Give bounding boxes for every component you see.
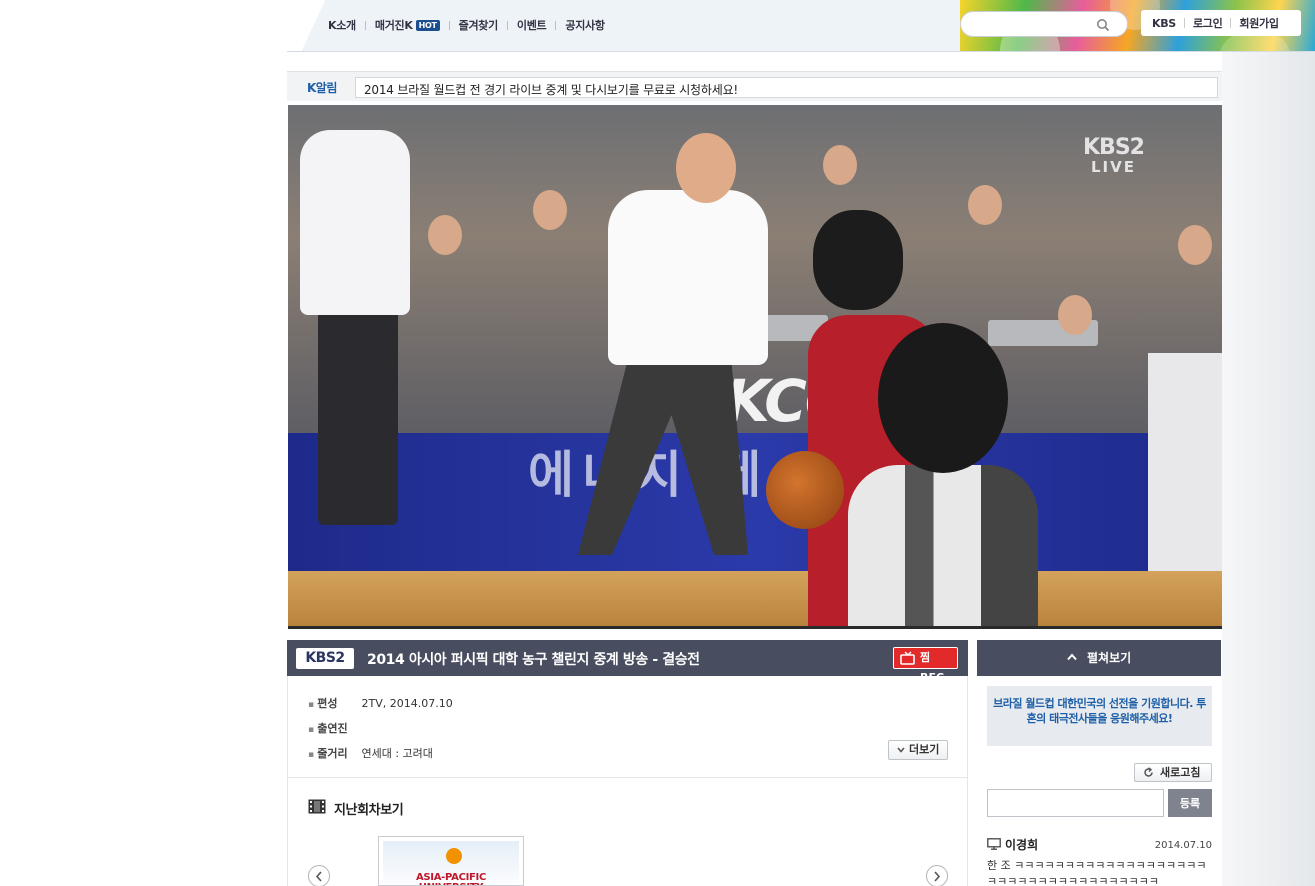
login-link[interactable]: 로그인	[1193, 15, 1223, 31]
chat-panel: 브라질 월드컵 대한민국의 선전을 기원합니다. 투혼의 태극전사들을 응원해주…	[977, 676, 1221, 886]
program-info-panel: 편성 2TV, 2014.07.10 출연진 줄거리 연세대 : 고려대 더보기…	[287, 676, 968, 886]
search-box	[960, 11, 1128, 37]
more-button-label: 더보기	[909, 743, 940, 756]
nav-separator	[448, 20, 450, 30]
nav-item-magazine[interactable]: 매거진K HOT	[375, 17, 440, 33]
info-row-cast: 출연진	[308, 720, 358, 736]
comment-text: 한 조 ㅋㅋㅋㅋㅋㅋㅋㅋㅋㅋㅋㅋㅋㅋㅋㅋㅋㅋㅋㅋㅋㅋㅋㅋㅋㅋㅋㅋㅋㅋㅋㅋㅋㅋㅋㅋ	[987, 859, 1207, 886]
nav-item-events[interactable]: 이벤트	[517, 17, 547, 33]
video-spectator	[428, 215, 462, 255]
expand-toggle[interactable]: 펼쳐보기	[977, 640, 1221, 676]
nav-item-notices[interactable]: 공지사항	[565, 17, 605, 33]
refresh-button-label: 새로고침	[1160, 766, 1201, 779]
thumbnail-text: ASIA-PACIFIC UNIVERSITY	[415, 872, 487, 886]
nav-item-about[interactable]: K소개	[328, 17, 356, 33]
utility-links: KBS 로그인 회원가입	[1141, 10, 1301, 36]
past-episodes-title: 지난회차보기	[308, 799, 404, 818]
more-button[interactable]: 더보기	[888, 740, 948, 760]
right-side-shade	[1222, 52, 1315, 886]
refresh-icon	[1144, 767, 1153, 777]
video-player[interactable]: KCC 에너지 제 스 KBS2 LIVE	[288, 105, 1222, 629]
past-episodes-label: 지난회차보기	[334, 803, 404, 818]
info-row-schedule: 편성 2TV, 2014.07.10	[308, 695, 453, 711]
nav-item-magazine-label: 매거진K	[374, 19, 413, 32]
comment-date: 2014.07.10	[1154, 840, 1212, 851]
prev-episode-button[interactable]	[308, 865, 330, 886]
video-coach-head	[676, 133, 736, 203]
program-header: KBS2 2014 아시아 퍼시픽 대학 농구 챌린지 중계 방송 - 결승전 …	[287, 640, 968, 684]
chevron-right-icon	[934, 871, 941, 882]
video-board-panel	[1148, 353, 1222, 573]
channel-badge: KBS2	[296, 648, 354, 669]
episode-thumbnail[interactable]: ASIA-PACIFIC UNIVERSITY	[378, 836, 524, 886]
film-icon	[308, 799, 326, 814]
info-value: 연세대 : 고려대	[361, 747, 433, 760]
thumbnail-image: ASIA-PACIFIC UNIVERSITY	[383, 841, 519, 886]
search-input[interactable]	[971, 16, 1091, 32]
chevron-up-icon	[1067, 653, 1077, 661]
video-coach-shirt	[608, 190, 768, 365]
chat-notice: 브라질 월드컵 대한민국의 선전을 기원합니다. 투혼의 태극전사들을 응원해주…	[987, 686, 1212, 746]
kbs-link[interactable]: KBS	[1152, 17, 1176, 30]
nav-separator	[506, 20, 508, 30]
video-player-head	[813, 210, 903, 310]
channel-watermark-name: KBS2	[1083, 135, 1145, 160]
next-episode-button[interactable]	[926, 865, 948, 886]
comment-input[interactable]	[987, 789, 1164, 817]
search-icon[interactable]	[1096, 18, 1110, 32]
rec-button[interactable]: 찜 REC	[893, 647, 958, 684]
channel-watermark: KBS2 LIVE	[1083, 135, 1145, 176]
video-coach-left	[300, 130, 410, 315]
worldcup-banner: KBS 로그인 회원가입	[960, 0, 1315, 51]
info-row-synopsis: 줄거리 연세대 : 고려대	[308, 745, 433, 761]
divider	[288, 777, 967, 778]
chevron-left-icon	[315, 871, 322, 882]
tournament-logo	[446, 848, 462, 864]
info-key: 편성	[308, 695, 358, 711]
video-referee	[848, 465, 1038, 626]
comment-user: 이경희	[987, 836, 1038, 853]
video-court-floor	[288, 571, 1222, 626]
main-nav: K소개 매거진K HOT 즐겨찾기 이벤트 공지사항	[328, 17, 605, 33]
video-spectator	[1178, 225, 1212, 265]
basketball	[766, 451, 844, 529]
left-blank-area	[0, 0, 287, 886]
hot-badge: HOT	[415, 20, 440, 31]
nav-separator	[364, 20, 366, 30]
monitor-icon	[987, 838, 1001, 850]
refresh-button[interactable]: 새로고침	[1134, 763, 1212, 782]
nav-item-favorites[interactable]: 즐겨찾기	[459, 17, 499, 33]
expand-toggle-label: 펼쳐보기	[1087, 651, 1132, 665]
live-label: LIVE	[1090, 158, 1136, 176]
video-spectator	[968, 185, 1002, 225]
notice-bar: K알림 2014 브라질 월드컵 전 경기 라이브 중계 및 다시보기를 무료로…	[287, 71, 1222, 101]
video-spectator	[823, 145, 857, 185]
comment-user-name: 이경희	[1005, 838, 1039, 852]
video-spectator	[1058, 295, 1092, 335]
nav-separator	[555, 20, 557, 30]
chevron-down-icon	[897, 747, 905, 753]
info-key: 줄거리	[308, 745, 358, 761]
submit-button[interactable]: 등록	[1168, 789, 1212, 817]
video-referee-head	[878, 323, 1008, 473]
program-title: 2014 아시아 퍼시픽 대학 농구 챌린지 중계 방송 - 결승전	[367, 652, 700, 668]
video-spectator	[533, 190, 567, 230]
info-value: 2TV, 2014.07.10	[361, 697, 453, 710]
util-separator	[1230, 18, 1232, 28]
util-separator	[1183, 18, 1185, 28]
info-key: 출연진	[308, 720, 358, 736]
top-navigation-bar: K소개 매거진K HOT 즐겨찾기 이벤트 공지사항 KBS 로그인 회원가입	[287, 0, 1315, 52]
tv-icon	[900, 651, 915, 665]
notice-text[interactable]: 2014 브라질 월드컵 전 경기 라이브 중계 및 다시보기를 무료로 시청하…	[355, 77, 1218, 98]
video-coach-left-legs	[318, 305, 398, 525]
signup-link[interactable]: 회원가입	[1239, 15, 1279, 31]
notice-label: K알림	[307, 81, 337, 95]
